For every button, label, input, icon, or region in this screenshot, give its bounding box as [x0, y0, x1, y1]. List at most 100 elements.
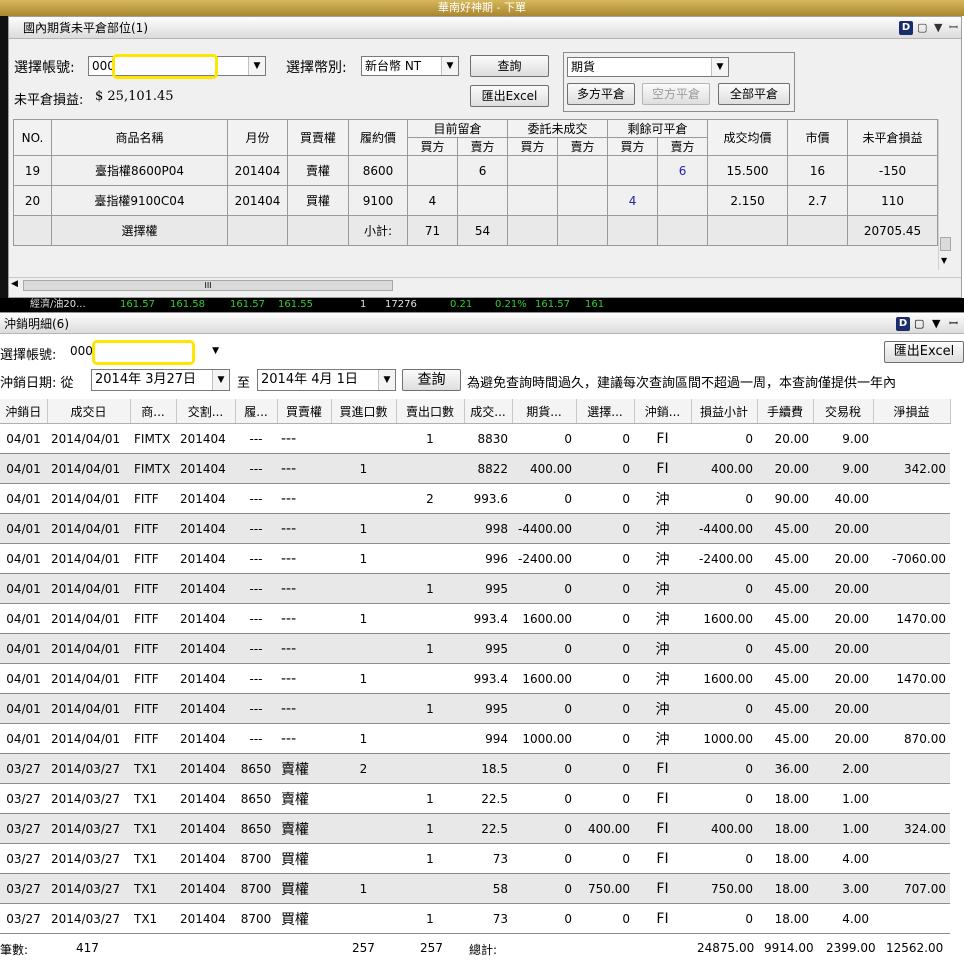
col-pend-buy[interactable]: 買方	[507, 137, 559, 156]
chevron-down-icon[interactable]: ▼	[248, 57, 265, 75]
col-offset-date[interactable]: 沖銷日	[0, 399, 48, 424]
col-buy-qty[interactable]: 買進口數	[331, 399, 397, 424]
col-product[interactable]: 商品名稱	[51, 119, 228, 156]
cell-avg: 15.500	[707, 155, 789, 186]
col-sell-qty[interactable]: 賣出口數	[396, 399, 465, 424]
cell-buysell: ---	[277, 603, 331, 634]
panel1-query-button[interactable]: 查詢	[470, 55, 549, 77]
table-row[interactable]: 04/01 2014/04/01 FITF 201404 --- --- 1 996 -2400…	[0, 543, 950, 574]
cell-futures-pl: 0	[512, 693, 576, 724]
table-row[interactable]: 04/01 2014/04/01 FIMTX 201404 --- --- 1 8822 400…	[0, 453, 950, 484]
col-price[interactable]: 成交...	[464, 399, 513, 424]
short-close-button[interactable]: 空方平倉	[642, 83, 710, 105]
window-restore-icon[interactable]: ▢	[917, 17, 927, 38]
cell-sell-qty: 1	[396, 783, 464, 814]
product-type-select[interactable]: 期貨 ▼	[567, 57, 729, 77]
col-offset-type[interactable]: 沖銷...	[634, 399, 692, 424]
sell-total: 257	[420, 941, 443, 955]
panel2-query-button[interactable]: 查詢	[402, 369, 461, 391]
chevron-down-icon[interactable]: ▼	[212, 342, 219, 360]
table-row[interactable]: 04/01 2014/04/01 FIMTX 201404 --- --- 1 8830 0 0 F…	[0, 423, 950, 454]
position-row[interactable]: 20 臺指權9100C04 201404 買權 9100 4 4 2.150 2…	[13, 185, 939, 216]
col-no[interactable]: NO.	[13, 119, 52, 156]
chevron-down-icon[interactable]: ▼	[378, 370, 395, 390]
cell-net-pl	[873, 753, 950, 784]
table-row[interactable]: 03/27 2014/03/27 TX1 201404 8700 買權 1 58 0 750.00…	[0, 873, 950, 904]
col-pend-sell[interactable]: 賣方	[557, 137, 609, 156]
subtotal-pl: 20705.45	[847, 215, 939, 246]
panel1-vertical-scrollbar[interactable]: ▼	[938, 119, 952, 270]
cell-options-pl: 0	[576, 723, 634, 754]
long-close-button[interactable]: 多方平倉	[567, 83, 635, 105]
col-futures-pl[interactable]: 期貨...	[512, 399, 577, 424]
pin-icon[interactable]: ꟷ	[949, 17, 958, 38]
col-settlement[interactable]: 交割...	[176, 399, 236, 424]
col-current-hold[interactable]: 目前留倉	[406, 119, 509, 138]
cell-fee: 18.00	[757, 843, 813, 874]
pl-total: 24875.00	[697, 941, 755, 955]
table-row[interactable]: 04/01 2014/04/01 FITF 201404 --- --- 1 995 0 0 沖 0 4…	[0, 633, 950, 664]
scroll-down-icon[interactable]: ▼	[941, 256, 947, 265]
table-row[interactable]: 04/01 2014/04/01 FITF 201404 --- --- 2 993.6 0 0 沖…	[0, 483, 950, 514]
table-row[interactable]: 04/01 2014/04/01 FITF 201404 --- --- 1 995 0 0 沖 0 4…	[0, 573, 950, 604]
col-product[interactable]: 商...	[130, 399, 177, 424]
table-row[interactable]: 04/01 2014/04/01 FITF 201404 --- --- 1 993.4 160…	[0, 663, 950, 694]
chevron-down-icon[interactable]: ▼	[932, 313, 940, 335]
col-rem-buy[interactable]: 買方	[607, 137, 659, 156]
col-strike[interactable]: 履...	[235, 399, 278, 424]
date-from-picker[interactable]: 2014年 3月27日 ▼	[91, 369, 230, 391]
col-pending[interactable]: 委託未成交	[507, 119, 609, 138]
cell-offset-date: 04/01	[0, 693, 47, 724]
scroll-thumb[interactable]: III	[23, 280, 393, 291]
col-avg-price[interactable]: 成交均價	[707, 119, 789, 156]
col-remaining[interactable]: 剩餘可平倉	[607, 119, 709, 138]
table-row[interactable]: 04/01 2014/04/01 FITF 201404 --- --- 1 995 0 0 沖 0 4…	[0, 693, 950, 724]
currency-select[interactable]: 新台幣 NT ▼	[361, 56, 459, 76]
col-fee[interactable]: 手續費	[757, 399, 814, 424]
dock-d-icon[interactable]: D	[899, 21, 913, 35]
table-row[interactable]: 03/27 2014/03/27 TX1 201404 8650 賣權 1 22.5 0 400.…	[0, 813, 950, 844]
col-pl-subtotal[interactable]: 損益小計	[691, 399, 758, 424]
chevron-down-icon[interactable]: ▼	[934, 17, 942, 38]
table-row[interactable]: 03/27 2014/03/27 TX1 201404 8650 賣權 2 18.5 0 0 FI 0…	[0, 753, 950, 784]
chevron-down-icon[interactable]: ▼	[212, 370, 229, 390]
col-strike[interactable]: 履約價	[348, 119, 408, 156]
table-row[interactable]: 03/27 2014/03/27 TX1 201404 8700 買權 1 73 0 0 FI 0 18…	[0, 843, 950, 874]
col-month[interactable]: 月份	[227, 119, 288, 156]
table-row[interactable]: 04/01 2014/04/01 FITF 201404 --- --- 1 998 -4400…	[0, 513, 950, 544]
cell-price: 22.5	[464, 783, 512, 814]
col-options-pl[interactable]: 選擇...	[576, 399, 635, 424]
scroll-thumb[interactable]	[940, 237, 951, 251]
pin-icon[interactable]: ꟷ	[949, 313, 958, 335]
table-row[interactable]: 03/27 2014/03/27 TX1 201404 8700 買權 1 73 0 0 FI 0 18…	[0, 903, 950, 934]
panel1-export-excel-button[interactable]: 匯出Excel	[470, 85, 549, 107]
cell-hold-buy: 4	[407, 185, 458, 216]
position-row[interactable]: 19 臺指權8600P04 201404 賣權 8600 6 6 15.500 …	[13, 155, 939, 186]
table-row[interactable]: 04/01 2014/04/01 FITF 201404 --- --- 1 993.4 160…	[0, 603, 950, 634]
col-trade-date[interactable]: 成交日	[47, 399, 131, 424]
panel1-horizontal-scrollbar[interactable]: ◀ III	[9, 277, 961, 293]
scroll-left-icon[interactable]: ◀	[11, 279, 18, 289]
col-unrealized-pl[interactable]: 未平倉損益	[847, 119, 939, 156]
col-hold-buy[interactable]: 買方	[407, 137, 458, 156]
col-buysell[interactable]: 買賣權	[287, 119, 349, 156]
panel2-export-excel-button[interactable]: 匯出Excel	[884, 341, 964, 363]
table-row[interactable]: 03/27 2014/03/27 TX1 201404 8650 賣權 1 22.5 0 0 FI 0…	[0, 783, 950, 814]
col-rem-sell[interactable]: 賣方	[657, 137, 709, 156]
table-row[interactable]: 04/01 2014/04/01 FITF 201404 --- --- 1 994 1000.…	[0, 723, 950, 754]
cell-buy-qty: 1	[331, 663, 396, 694]
col-net-pl[interactable]: 淨損益	[873, 399, 951, 424]
col-tax[interactable]: 交易稅	[813, 399, 874, 424]
window-restore-icon[interactable]: ▢	[914, 313, 924, 335]
dock-d-icon[interactable]: D	[896, 317, 910, 331]
chevron-down-icon[interactable]: ▼	[711, 58, 728, 76]
cell-fee: 20.00	[757, 453, 813, 484]
close-all-button[interactable]: 全部平倉	[718, 83, 790, 105]
col-buysell[interactable]: 買賣權	[277, 399, 332, 424]
col-market-price[interactable]: 市價	[787, 119, 849, 156]
cell-empty	[607, 215, 659, 246]
col-hold-sell[interactable]: 賣方	[456, 137, 509, 156]
chevron-down-icon[interactable]: ▼	[441, 57, 458, 75]
cell-empty	[287, 215, 349, 246]
date-to-picker[interactable]: 2014年 4月 1日 ▼	[257, 369, 396, 391]
